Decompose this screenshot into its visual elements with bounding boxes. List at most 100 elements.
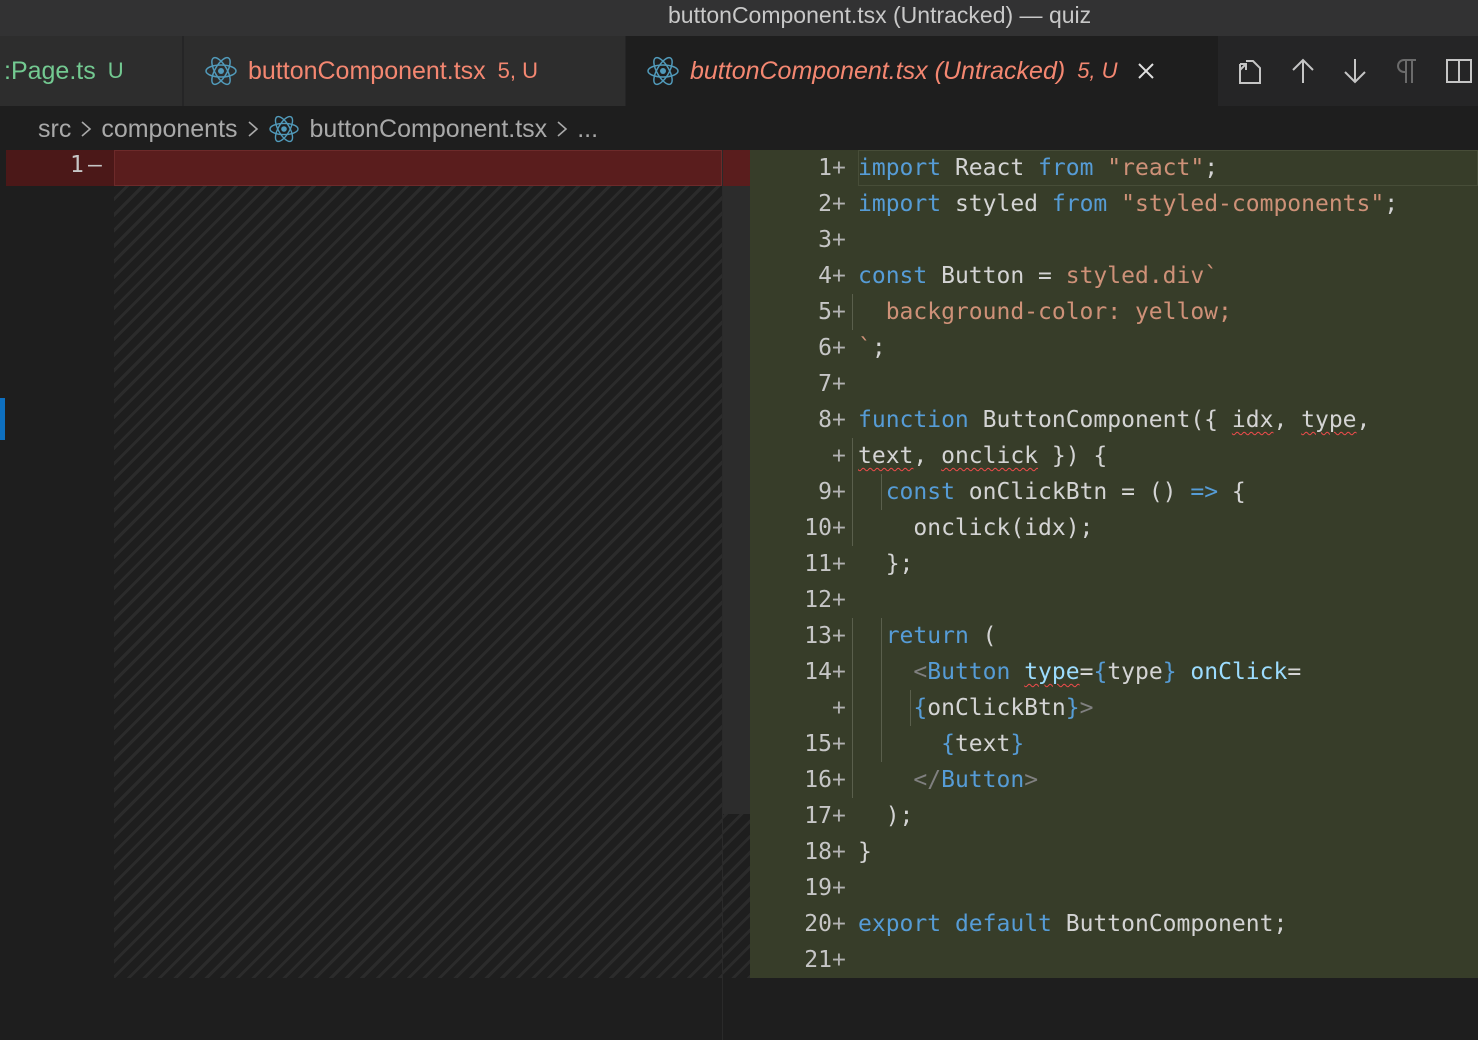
pilcrow-icon[interactable] (1392, 56, 1422, 86)
diff-editor: 1 — 1 + import React from "react"; 2 + import… (0, 150, 1478, 1040)
indent-guide (852, 654, 853, 690)
tab-strip: :Page.ts U buttonComponent.tsx 5, U butt… (0, 36, 1478, 106)
added-marker: + (832, 443, 846, 469)
breadcrumb: src components buttonComponent.tsx ... (0, 106, 1478, 152)
code-line: 18 +} (750, 834, 1478, 870)
react-icon (205, 56, 237, 86)
added-marker: + (832, 803, 846, 829)
code-token: default (954, 911, 1052, 937)
code-token: onClickBtn (927, 695, 1066, 721)
indent-guide (852, 294, 853, 330)
diff-overview-ruler[interactable] (722, 150, 751, 1040)
tab-page-ts[interactable]: :Page.ts U (0, 36, 183, 106)
arrow-down-icon[interactable] (1340, 56, 1370, 86)
line-number: 17 (804, 803, 832, 829)
code-text: import React from "react"; (858, 150, 1218, 186)
code-token: styled.div` (1065, 263, 1219, 289)
tab-badge: 5, U (497, 58, 539, 83)
code-line: 19 + (750, 870, 1478, 906)
code-text: function ButtonComponent({ idx, type, (858, 402, 1370, 438)
tab-label: buttonComponent.tsx (Untracked) (690, 56, 1066, 85)
overview-marker (0, 398, 5, 440)
line-number: 3 (818, 227, 832, 253)
tab-badge: U (107, 58, 124, 83)
code-token: { (1218, 479, 1246, 505)
line-number: 18 (804, 839, 832, 865)
code-token: export (858, 911, 942, 937)
added-marker: + (832, 335, 846, 361)
code-text: onclick(idx); (858, 510, 1093, 546)
code-token: > (1024, 767, 1039, 793)
code-token: </ (913, 767, 942, 793)
code-token: Button (927, 659, 1011, 685)
modified-pane[interactable]: 1 + import React from "react"; 2 + import sty… (750, 150, 1478, 1040)
line-number: 5 (818, 299, 832, 325)
code-text: const Button = styled.div` (858, 258, 1218, 294)
added-marker: + (832, 191, 846, 217)
code-line: 8 + function ButtonComponent({ idx, type, (750, 402, 1478, 438)
code-token: ; (1384, 191, 1399, 217)
tab-label: buttonComponent.tsx (248, 56, 486, 85)
close-icon[interactable] (1134, 59, 1158, 83)
code-token: const (885, 479, 955, 505)
code-token: } (858, 839, 872, 865)
added-marker: + (832, 551, 846, 577)
line-number: 13 (804, 623, 832, 649)
code-line: 4 + const Button = styled.div` (750, 258, 1478, 294)
line-number: 9 (818, 479, 832, 505)
tab-button-component[interactable]: buttonComponent.tsx 5, U (184, 36, 625, 106)
code-token: { (913, 695, 928, 721)
added-marker: + (832, 695, 846, 721)
code-text: text, onclick }) { (858, 438, 1107, 474)
breadcrumb-item-symbol[interactable]: ... (577, 115, 598, 144)
code-token: ; (871, 335, 886, 361)
react-icon (647, 56, 679, 86)
breadcrumb-item-components[interactable]: components (101, 115, 237, 144)
added-marker: + (832, 623, 846, 649)
open-file-icon[interactable] (1236, 56, 1266, 86)
line-number: 14 (804, 659, 832, 685)
code-line: 15 + {text} (750, 726, 1478, 762)
code-token: React (941, 155, 1039, 181)
code-token: ButtonComponent; (1051, 911, 1288, 937)
indent-guide (852, 762, 853, 798)
added-marker: + (832, 659, 846, 685)
breadcrumb-item-src[interactable]: src (38, 115, 71, 144)
added-marker: + (832, 731, 846, 757)
code-line: 10 + onclick(idx); (750, 510, 1478, 546)
indent-guide (852, 474, 853, 510)
added-marker: + (832, 299, 846, 325)
code-line: + {onClickBtn}> (750, 690, 1478, 726)
code-line: 21 + (750, 942, 1478, 978)
added-marker: + (832, 371, 846, 397)
code-token: from (1051, 191, 1108, 217)
code-line: 16 + </Button> (750, 762, 1478, 798)
arrow-up-icon[interactable] (1288, 56, 1318, 86)
code-text: }; (858, 546, 914, 582)
tab-button-component-untracked[interactable]: buttonComponent.tsx (Untracked) 5, U (626, 36, 1218, 106)
split-editor-icon[interactable] (1444, 56, 1474, 86)
line-number: 4 (818, 263, 832, 289)
added-marker: + (832, 839, 846, 865)
code-token: ; (1204, 155, 1219, 181)
original-pane[interactable]: 1 — (0, 150, 722, 1040)
code-token: , (1356, 407, 1371, 433)
code-text: {text} (858, 726, 1024, 762)
react-icon (268, 115, 299, 143)
line-number: 1 (818, 155, 832, 181)
breadcrumb-item-file[interactable]: buttonComponent.tsx (310, 115, 548, 144)
code-token: text (858, 443, 914, 469)
added-marker: + (832, 515, 846, 541)
line-number: 8 (818, 407, 832, 433)
code-line: 17 + ); (750, 798, 1478, 834)
code-token: ( (968, 623, 997, 649)
added-marker: + (832, 911, 846, 937)
code-text: export default ButtonComponent; (858, 906, 1287, 942)
code-token: , (1273, 407, 1302, 433)
added-marker: + (832, 767, 846, 793)
code-token: return (885, 623, 969, 649)
